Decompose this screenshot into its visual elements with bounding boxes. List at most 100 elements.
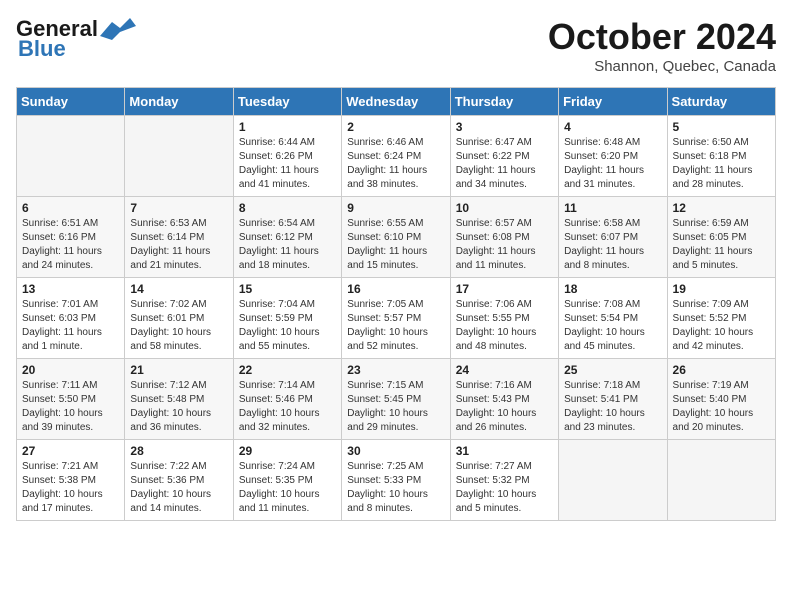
calendar-week-row: 6 Sunrise: 6:51 AMSunset: 6:16 PMDaylight… — [17, 197, 776, 278]
weekday-header: Wednesday — [342, 88, 450, 116]
calendar-cell: 17 Sunrise: 7:06 AMSunset: 5:55 PMDayligh… — [450, 278, 558, 359]
day-detail: Sunrise: 7:06 AMSunset: 5:55 PMDaylight:… — [456, 298, 553, 354]
day-number: 1 — [239, 120, 336, 134]
calendar-cell: 10 Sunrise: 6:57 AMSunset: 6:08 PMDayligh… — [450, 197, 558, 278]
logo: General Blue — [16, 16, 136, 62]
day-number: 22 — [239, 363, 336, 377]
day-number: 7 — [130, 201, 227, 215]
day-detail: Sunrise: 7:05 AMSunset: 5:57 PMDaylight:… — [347, 298, 444, 354]
calendar-cell: 1 Sunrise: 6:44 AMSunset: 6:26 PMDaylight… — [233, 116, 341, 197]
day-number: 24 — [456, 363, 553, 377]
day-detail: Sunrise: 7:04 AMSunset: 5:59 PMDaylight:… — [239, 298, 336, 354]
calendar-cell — [667, 440, 775, 521]
weekday-header: Thursday — [450, 88, 558, 116]
day-detail: Sunrise: 7:18 AMSunset: 5:41 PMDaylight:… — [564, 379, 661, 435]
day-detail: Sunrise: 7:15 AMSunset: 5:45 PMDaylight:… — [347, 379, 444, 435]
day-number: 9 — [347, 201, 444, 215]
calendar-cell: 28 Sunrise: 7:22 AMSunset: 5:36 PMDayligh… — [125, 440, 233, 521]
day-detail: Sunrise: 7:21 AMSunset: 5:38 PMDaylight:… — [22, 460, 119, 516]
calendar-cell: 31 Sunrise: 7:27 AMSunset: 5:32 PMDayligh… — [450, 440, 558, 521]
day-detail: Sunrise: 6:59 AMSunset: 6:05 PMDaylight:… — [673, 217, 770, 273]
day-detail: Sunrise: 7:12 AMSunset: 5:48 PMDaylight:… — [130, 379, 227, 435]
day-number: 17 — [456, 282, 553, 296]
calendar-cell: 27 Sunrise: 7:21 AMSunset: 5:38 PMDayligh… — [17, 440, 125, 521]
calendar-cell: 6 Sunrise: 6:51 AMSunset: 6:16 PMDaylight… — [17, 197, 125, 278]
weekday-header: Monday — [125, 88, 233, 116]
calendar-cell: 25 Sunrise: 7:18 AMSunset: 5:41 PMDayligh… — [559, 359, 667, 440]
day-number: 30 — [347, 444, 444, 458]
calendar-cell: 5Sunrise: 6:50 AMSunset: 6:18 PMDaylight… — [667, 116, 775, 197]
month-title: October 2024 — [548, 16, 776, 58]
day-detail: Sunrise: 7:16 AMSunset: 5:43 PMDaylight:… — [456, 379, 553, 435]
calendar-cell: 22 Sunrise: 7:14 AMSunset: 5:46 PMDayligh… — [233, 359, 341, 440]
title-block: October 2024 Shannon, Quebec, Canada — [548, 16, 776, 75]
day-detail: Sunrise: 7:22 AMSunset: 5:36 PMDaylight:… — [130, 460, 227, 516]
calendar-cell: 4Sunrise: 6:48 AMSunset: 6:20 PMDaylight… — [559, 116, 667, 197]
day-detail: Sunrise: 7:27 AMSunset: 5:32 PMDaylight:… — [456, 460, 553, 516]
calendar-cell: 8 Sunrise: 6:54 AMSunset: 6:12 PMDaylight… — [233, 197, 341, 278]
weekday-header: Tuesday — [233, 88, 341, 116]
weekday-header-row: SundayMondayTuesdayWednesdayThursdayFrid… — [17, 88, 776, 116]
day-detail: Sunrise: 6:46 AMSunset: 6:24 PMDaylight:… — [347, 136, 444, 192]
day-detail: Sunrise: 6:53 AMSunset: 6:14 PMDaylight:… — [130, 217, 227, 273]
calendar-cell: 2 Sunrise: 6:46 AMSunset: 6:24 PMDaylight… — [342, 116, 450, 197]
day-number: 5 — [673, 120, 770, 134]
day-number: 27 — [22, 444, 119, 458]
day-number: 26 — [673, 363, 770, 377]
weekday-header: Sunday — [17, 88, 125, 116]
day-number: 14 — [130, 282, 227, 296]
calendar-week-row: 13Sunrise: 7:01 AMSunset: 6:03 PMDayligh… — [17, 278, 776, 359]
calendar-cell: 12 Sunrise: 6:59 AMSunset: 6:05 PMDayligh… — [667, 197, 775, 278]
day-detail: Sunrise: 7:14 AMSunset: 5:46 PMDaylight:… — [239, 379, 336, 435]
day-detail: Sunrise: 6:58 AMSunset: 6:07 PMDaylight:… — [564, 217, 661, 273]
day-detail: Sunrise: 6:51 AMSunset: 6:16 PMDaylight:… — [22, 217, 119, 273]
calendar-cell: 20Sunrise: 7:11 AMSunset: 5:50 PMDayligh… — [17, 359, 125, 440]
day-number: 31 — [456, 444, 553, 458]
calendar-week-row: 1 Sunrise: 6:44 AMSunset: 6:26 PMDaylight… — [17, 116, 776, 197]
day-number: 28 — [130, 444, 227, 458]
day-detail: Sunrise: 7:08 AMSunset: 5:54 PMDaylight:… — [564, 298, 661, 354]
day-number: 18 — [564, 282, 661, 296]
day-detail: Sunrise: 7:24 AMSunset: 5:35 PMDaylight:… — [239, 460, 336, 516]
day-number: 25 — [564, 363, 661, 377]
day-detail: Sunrise: 7:25 AMSunset: 5:33 PMDaylight:… — [347, 460, 444, 516]
calendar-cell — [125, 116, 233, 197]
day-number: 21 — [130, 363, 227, 377]
day-number: 6 — [22, 201, 119, 215]
day-number: 4 — [564, 120, 661, 134]
calendar-cell: 13Sunrise: 7:01 AMSunset: 6:03 PMDayligh… — [17, 278, 125, 359]
calendar-cell: 16Sunrise: 7:05 AMSunset: 5:57 PMDayligh… — [342, 278, 450, 359]
calendar-cell: 9Sunrise: 6:55 AMSunset: 6:10 PMDaylight… — [342, 197, 450, 278]
calendar-cell: 29Sunrise: 7:24 AMSunset: 5:35 PMDayligh… — [233, 440, 341, 521]
day-number: 23 — [347, 363, 444, 377]
day-detail: Sunrise: 7:09 AMSunset: 5:52 PMDaylight:… — [673, 298, 770, 354]
day-detail: Sunrise: 6:44 AMSunset: 6:26 PMDaylight:… — [239, 136, 336, 192]
location-subtitle: Shannon, Quebec, Canada — [548, 58, 776, 75]
day-number: 20 — [22, 363, 119, 377]
day-number: 3 — [456, 120, 553, 134]
weekday-header: Saturday — [667, 88, 775, 116]
calendar-cell: 14Sunrise: 7:02 AMSunset: 6:01 PMDayligh… — [125, 278, 233, 359]
calendar-week-row: 20Sunrise: 7:11 AMSunset: 5:50 PMDayligh… — [17, 359, 776, 440]
calendar-cell: 7 Sunrise: 6:53 AMSunset: 6:14 PMDaylight… — [125, 197, 233, 278]
day-detail: Sunrise: 6:47 AMSunset: 6:22 PMDaylight:… — [456, 136, 553, 192]
calendar-table: SundayMondayTuesdayWednesdayThursdayFrid… — [16, 87, 776, 521]
calendar-week-row: 27 Sunrise: 7:21 AMSunset: 5:38 PMDayligh… — [17, 440, 776, 521]
day-number: 11 — [564, 201, 661, 215]
calendar-cell: 30 Sunrise: 7:25 AMSunset: 5:33 PMDayligh… — [342, 440, 450, 521]
day-number: 13 — [22, 282, 119, 296]
calendar-cell: 24 Sunrise: 7:16 AMSunset: 5:43 PMDayligh… — [450, 359, 558, 440]
day-number: 15 — [239, 282, 336, 296]
day-number: 12 — [673, 201, 770, 215]
calendar-cell: 18 Sunrise: 7:08 AMSunset: 5:54 PMDayligh… — [559, 278, 667, 359]
logo-bird-icon — [100, 18, 136, 40]
day-number: 19 — [673, 282, 770, 296]
day-detail: Sunrise: 6:57 AMSunset: 6:08 PMDaylight:… — [456, 217, 553, 273]
day-number: 8 — [239, 201, 336, 215]
calendar-cell: 15 Sunrise: 7:04 AMSunset: 5:59 PMDayligh… — [233, 278, 341, 359]
calendar-cell — [559, 440, 667, 521]
day-number: 10 — [456, 201, 553, 215]
day-detail: Sunrise: 7:19 AMSunset: 5:40 PMDaylight:… — [673, 379, 770, 435]
day-detail: Sunrise: 6:54 AMSunset: 6:12 PMDaylight:… — [239, 217, 336, 273]
day-number: 2 — [347, 120, 444, 134]
